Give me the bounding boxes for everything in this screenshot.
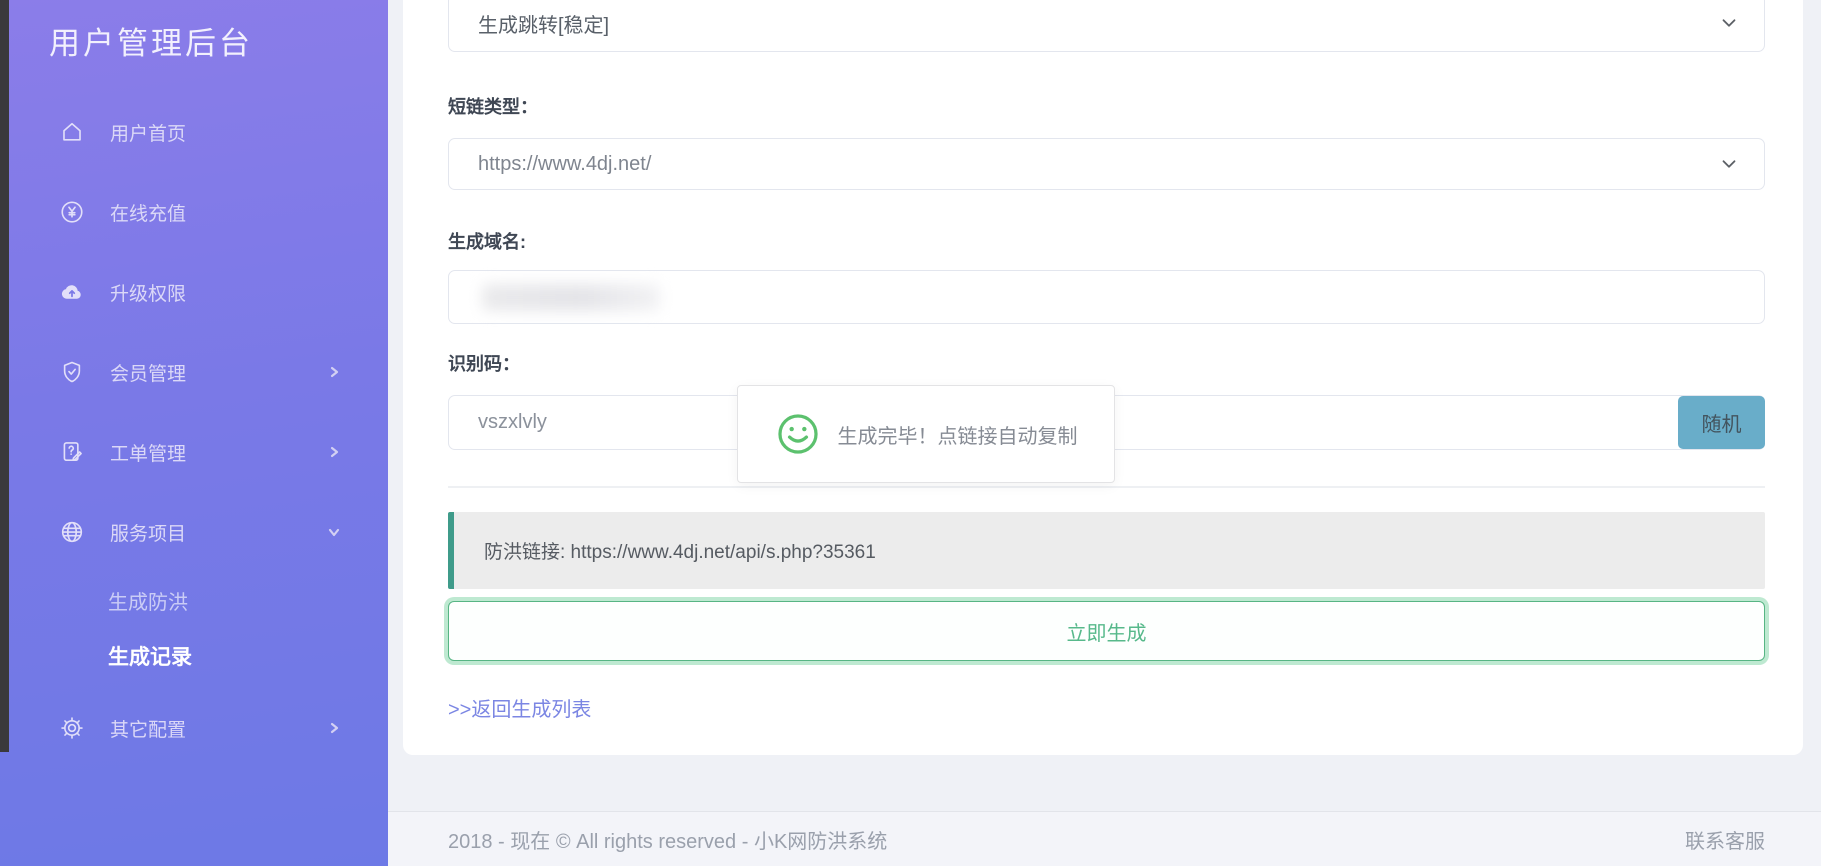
shortlink-type-label: 短链类型： xyxy=(448,96,1765,119)
success-toast: 生成完毕！点链接自动复制 xyxy=(737,385,1115,483)
sidebar-subitem-label: 生成记录 xyxy=(108,641,192,671)
generate-form-card: 生成跳转[稳定] 短链类型： https://www.4dj.net/ 生成域名… xyxy=(403,0,1803,755)
sidebar-item-label: 服务项目 xyxy=(110,519,186,546)
random-button[interactable]: 随机 xyxy=(1678,396,1765,449)
section-divider xyxy=(448,486,1765,488)
sidebar-subitem-label: 生成防洪 xyxy=(108,586,188,615)
cloud-upload-icon xyxy=(59,279,85,305)
jump-type-select[interactable]: 生成跳转[稳定] xyxy=(448,0,1765,52)
chevron-down-icon xyxy=(1718,153,1740,175)
code-label: 识别码： xyxy=(448,353,1765,376)
sidebar-item-upgrade[interactable]: 升级权限 xyxy=(0,252,388,332)
sidebar-subitem-generate-records[interactable]: 生成记录 xyxy=(0,628,388,684)
generate-now-button[interactable]: 立即生成 xyxy=(448,601,1765,661)
sidebar-item-label: 会员管理 xyxy=(110,359,186,386)
copyright-text: 2018 - 现在 © All rights reserved - 小K网防洪系… xyxy=(448,825,887,854)
window-edge-strip xyxy=(0,0,9,752)
flood-link-alert[interactable]: 防洪链接: https://www.4dj.net/api/s.php?3536… xyxy=(448,512,1765,589)
sidebar-item-label: 升级权限 xyxy=(110,279,186,306)
sidebar-item-label: 用户首页 xyxy=(110,119,186,146)
sidebar-item-user-home[interactable]: 用户首页 xyxy=(0,92,388,172)
chevron-down-icon xyxy=(1718,12,1740,34)
shield-check-icon xyxy=(59,359,85,385)
app-title: 用户管理后台 xyxy=(49,18,253,63)
redacted-domain-blur xyxy=(482,284,660,311)
sidebar-item-label: 其它配置 xyxy=(110,715,186,742)
shortlink-type-value: https://www.4dj.net/ xyxy=(478,153,651,176)
sidebar-menu: 用户首页 在线充值 升级权限 会员管理 xyxy=(0,92,388,768)
smiley-icon xyxy=(775,411,821,457)
home-icon xyxy=(59,119,85,145)
code-value: vszxlvly xyxy=(478,411,547,434)
globe-icon xyxy=(59,519,85,545)
back-to-list-link[interactable]: >>返回生成列表 xyxy=(448,693,591,722)
sidebar-item-services[interactable]: 服务项目 xyxy=(0,492,388,572)
sidebar-item-other-config[interactable]: 其它配置 xyxy=(0,688,388,768)
jump-type-value: 生成跳转[稳定] xyxy=(478,9,609,38)
domain-input[interactable] xyxy=(448,270,1765,324)
sidebar: 用户管理后台 用户首页 在线充值 升级权限 会员管理 xyxy=(0,0,388,866)
sidebar-item-members[interactable]: 会员管理 xyxy=(0,332,388,412)
chevron-right-icon xyxy=(326,364,342,380)
page-footer: 2018 - 现在 © All rights reserved - 小K网防洪系… xyxy=(388,811,1821,866)
flood-link-text: 防洪链接: https://www.4dj.net/api/s.php?3536… xyxy=(484,537,876,564)
contact-support-link[interactable]: 联系客服 xyxy=(1685,825,1765,854)
toast-message: 生成完毕！点链接自动复制 xyxy=(838,420,1078,449)
sidebar-subitem-generate-flood[interactable]: 生成防洪 xyxy=(0,572,388,628)
sidebar-item-recharge[interactable]: 在线充值 xyxy=(0,172,388,252)
sidebar-item-label: 工单管理 xyxy=(110,439,186,466)
shortlink-type-select[interactable]: https://www.4dj.net/ xyxy=(448,138,1765,190)
sidebar-item-label: 在线充值 xyxy=(110,199,186,226)
gear-icon xyxy=(59,715,85,741)
chevron-right-icon xyxy=(326,444,342,460)
domain-label: 生成域名: xyxy=(448,231,1765,254)
chevron-down-icon xyxy=(326,524,342,540)
chevron-right-icon xyxy=(326,720,342,736)
yen-circle-icon xyxy=(59,199,85,225)
ticket-question-icon xyxy=(59,439,85,465)
sidebar-item-tickets[interactable]: 工单管理 xyxy=(0,412,388,492)
